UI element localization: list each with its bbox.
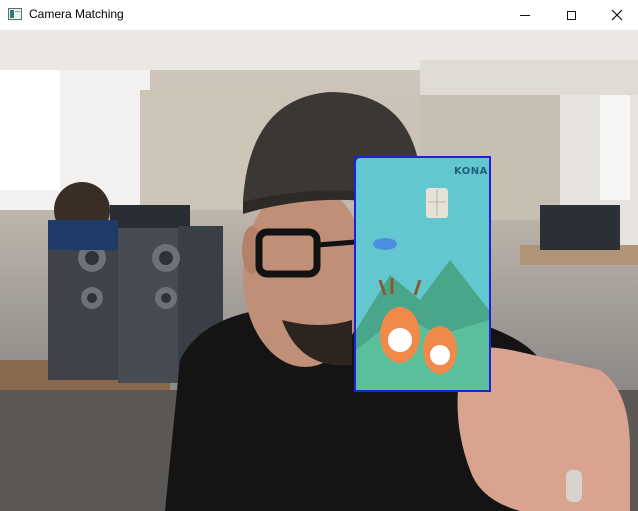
title-bar[interactable]: Camera Matching (0, 0, 638, 30)
minimize-button[interactable] (502, 0, 548, 30)
app-window-icon (8, 8, 22, 20)
camera-frame-image (0, 30, 638, 511)
close-button[interactable] (594, 0, 638, 30)
detection-box (354, 156, 491, 392)
window-title: Camera Matching (29, 7, 124, 21)
camera-feed: KONA (0, 30, 638, 511)
card-brand: KONA (454, 166, 488, 177)
minimize-icon (520, 14, 530, 16)
maximize-icon (566, 10, 576, 20)
camera-matching-window: Camera Matching KONA (0, 0, 638, 511)
close-icon (611, 9, 623, 21)
maximize-button[interactable] (548, 0, 594, 30)
